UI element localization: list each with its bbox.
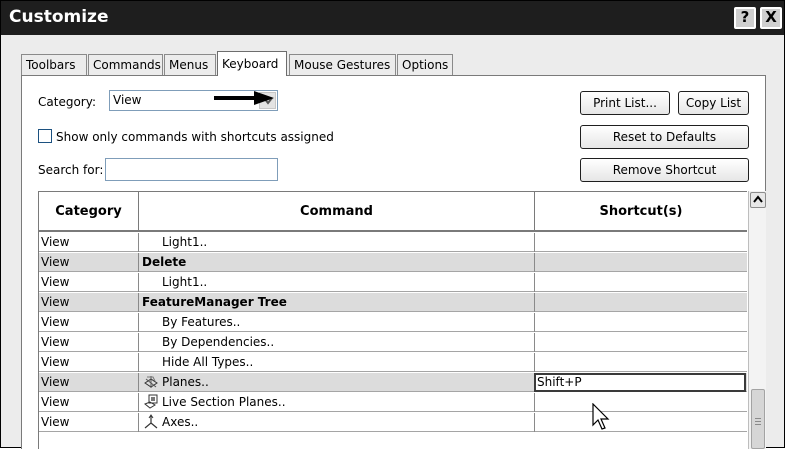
row-shortcut[interactable] [535, 353, 747, 372]
mouse-pointer-icon [592, 403, 610, 430]
row-shortcut[interactable] [535, 413, 747, 432]
live-section-planes-icon [144, 394, 158, 409]
table-row-selected[interactable]: View Planes.. Shift+P [39, 373, 747, 392]
row-command: Light1.. [139, 273, 535, 292]
search-input[interactable] [105, 158, 278, 181]
row-category: View [39, 353, 139, 372]
dialog-title: Customize [9, 7, 109, 27]
row-category: View [39, 373, 139, 392]
title-bar[interactable]: Customize ? X [1, 1, 784, 35]
table-row[interactable]: View Light1.. [39, 233, 747, 252]
row-command: FeatureManager Tree [139, 293, 535, 312]
row-category: View [39, 293, 139, 312]
row-category: View [39, 233, 139, 252]
print-list-button[interactable]: Print List... [580, 91, 670, 115]
row-command: Hide All Types.. [139, 353, 535, 372]
grid-scrollbar[interactable] [748, 191, 766, 449]
remove-shortcut-button[interactable]: Remove Shortcut [580, 158, 749, 182]
tab-mouse-gestures[interactable]: Mouse Gestures [289, 54, 396, 75]
table-row[interactable]: View Live Section Planes.. [39, 393, 747, 412]
tab-keyboard[interactable]: Keyboard [217, 51, 287, 76]
search-label: Search for: [38, 163, 104, 177]
arrow-right-icon [214, 91, 274, 105]
row-command: Axes.. [139, 413, 535, 432]
customize-dialog: Customize ? X Toolbars Commands Menus Ke… [0, 0, 785, 449]
shortcuts-only-checkbox[interactable] [38, 129, 52, 143]
table-row[interactable]: View Light1.. [39, 273, 747, 292]
scrollbar-thumb[interactable] [751, 389, 765, 449]
row-shortcut[interactable] [535, 233, 747, 252]
row-shortcut[interactable] [535, 393, 747, 412]
row-command: Planes.. [139, 373, 535, 392]
row-command: Delete [139, 253, 535, 272]
row-category: View [39, 313, 139, 332]
shortcut-grid: Category Command Shortcut(s) View Light1… [38, 191, 747, 449]
table-row[interactable]: View By Features.. [39, 313, 747, 332]
scroll-up-icon[interactable] [750, 192, 766, 208]
shortcuts-only-label: Show only commands with shortcuts assign… [56, 130, 334, 144]
row-command-text: Planes.. [162, 375, 209, 389]
row-shortcut[interactable] [535, 273, 747, 292]
table-row[interactable]: View Hide All Types.. [39, 353, 747, 372]
help-button[interactable]: ? [734, 7, 756, 29]
table-row[interactable]: View FeatureManager Tree [39, 293, 747, 312]
row-category: View [39, 333, 139, 352]
row-command: Light1.. [139, 233, 535, 252]
tab-menus[interactable]: Menus [164, 54, 216, 75]
row-category: View [39, 253, 139, 272]
row-command: By Dependencies.. [139, 333, 535, 352]
tab-options[interactable]: Options [397, 54, 453, 75]
shortcut-edit-field[interactable]: Shift+P [534, 373, 746, 392]
copy-list-button[interactable]: Copy List [678, 91, 749, 115]
row-shortcut[interactable] [535, 253, 747, 272]
tab-commands[interactable]: Commands [88, 54, 163, 75]
tab-toolbars[interactable]: Toolbars [21, 54, 87, 75]
table-row[interactable]: View Delete [39, 253, 747, 272]
category-value: View [113, 93, 142, 107]
row-shortcut[interactable] [535, 333, 747, 352]
row-shortcut[interactable] [535, 293, 747, 312]
row-command: By Features.. [139, 313, 535, 332]
row-shortcut[interactable] [535, 313, 747, 332]
reset-defaults-button[interactable]: Reset to Defaults [580, 125, 749, 149]
header-command[interactable]: Command [139, 192, 535, 232]
close-button[interactable]: X [760, 7, 782, 29]
row-command-text: Live Section Planes.. [162, 395, 286, 409]
axes-icon [144, 414, 158, 429]
table-row[interactable]: View By Dependencies.. [39, 333, 747, 352]
row-command-text: Axes.. [162, 415, 199, 429]
table-row[interactable]: View Axes.. [39, 413, 747, 432]
row-category: View [39, 273, 139, 292]
planes-icon [144, 376, 158, 388]
grid-header: Category Command Shortcut(s) [39, 192, 747, 232]
header-category[interactable]: Category [39, 192, 139, 232]
row-command: Live Section Planes.. [139, 393, 535, 412]
row-category: View [39, 413, 139, 432]
header-shortcut[interactable]: Shortcut(s) [535, 192, 747, 232]
row-category: View [39, 393, 139, 412]
category-label: Category: [38, 95, 96, 109]
